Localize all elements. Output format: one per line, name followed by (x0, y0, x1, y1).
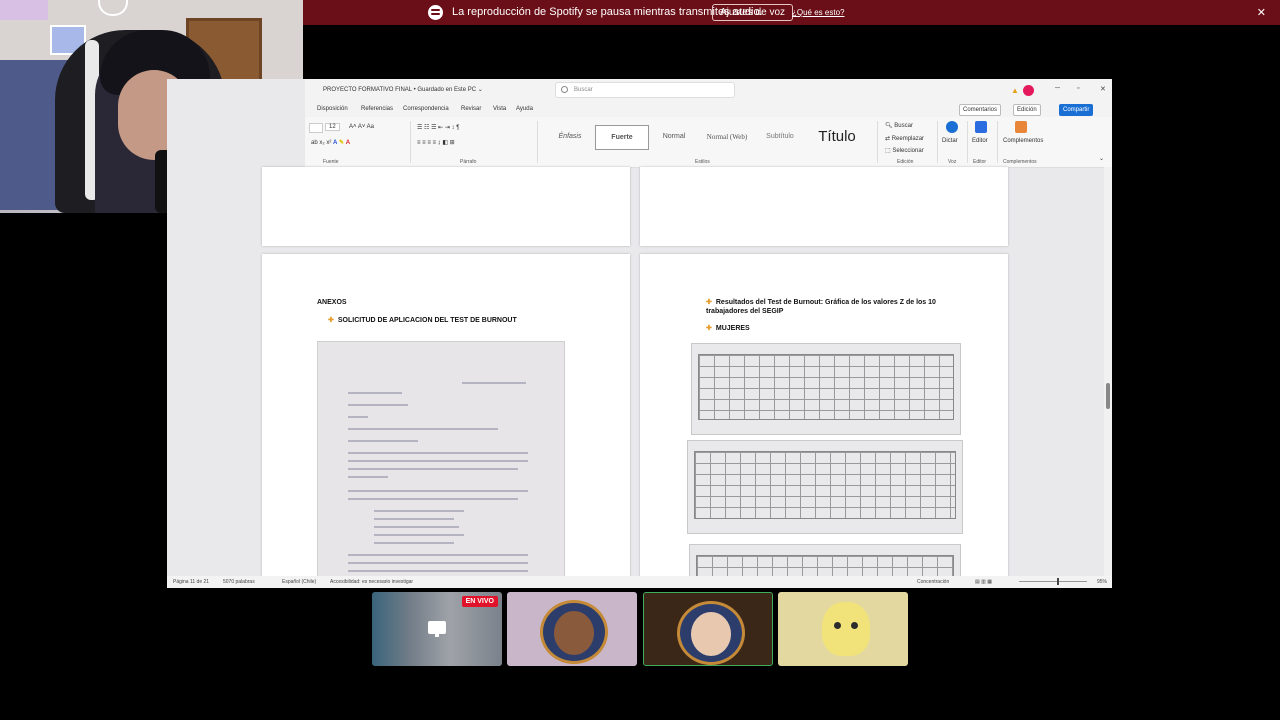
style-normal[interactable]: Normal (649, 125, 699, 148)
ribbon: 12 A˄ A˅ Aa ab x₂ x² A ✎ A Fuente ☰ ☷ ☰ … (305, 117, 1112, 168)
addins-group-label: Complementos (1003, 159, 1037, 165)
share-button[interactable]: Compartir (1059, 104, 1094, 116)
voice-settings-button[interactable]: Ajustes de voz (712, 4, 794, 21)
comments-button[interactable]: Comentarios (959, 104, 1002, 116)
addins-icon[interactable] (1015, 121, 1027, 133)
request-letter-image (317, 341, 565, 583)
page-top-right (640, 167, 1008, 246)
spotify-icon (428, 5, 443, 20)
font-size-field[interactable]: 12 (325, 123, 340, 131)
language[interactable]: Español (Chile) (282, 579, 316, 585)
participant-tile-2[interactable] (507, 592, 637, 666)
editor-icon[interactable] (975, 121, 987, 133)
title-bar: PROYECTO FORMATIVO FINAL • Guardado en E… (305, 79, 1112, 101)
participant-tile-3[interactable] (643, 592, 773, 666)
menu-correspondencia[interactable]: Correspondencia (403, 106, 449, 112)
z-values-table-image-1 (691, 343, 961, 435)
style-strong[interactable]: Fuerte (595, 125, 649, 150)
view-icons[interactable]: ▤ ▥ ▦ (975, 579, 992, 585)
focus-mode[interactable]: Concentración (917, 579, 949, 585)
styles-group-label: Estilos (695, 159, 710, 165)
editing-mode-button[interactable]: Edición (1013, 104, 1041, 116)
document-title: PROYECTO FORMATIVO FINAL • Guardado en E… (323, 87, 483, 93)
addins-button[interactable]: Complementos (1003, 138, 1043, 144)
zoom-slider[interactable] (1019, 578, 1087, 585)
style-subtitle[interactable]: Subtítulo (755, 125, 805, 148)
font-name-field[interactable] (309, 123, 323, 133)
avatar (540, 600, 608, 664)
avatar[interactable] (1023, 85, 1034, 96)
page-left: ANEXOS ✚ SOLICITUD DE APLICACION DEL TEST… (262, 254, 630, 584)
word-count[interactable]: 5070 palabras (223, 579, 255, 585)
menu-referencias[interactable]: Referencias (361, 106, 393, 112)
editor-group-label: Editor (973, 159, 987, 165)
editor-button[interactable]: Editor (972, 138, 988, 144)
dictate-button[interactable]: Dictar (942, 138, 958, 144)
bullet-icon: ✚ (706, 325, 712, 332)
vertical-scrollbar[interactable] (1104, 167, 1112, 577)
paragraph-group-label: Párrafo (460, 159, 477, 165)
avatar (677, 601, 745, 665)
avatar (822, 602, 870, 656)
bullet-icon: ✚ (706, 299, 712, 306)
results-bullet: ✚ Resultados del Test de Burnout: Gráfica… (706, 299, 936, 315)
participant-tile-4[interactable] (778, 592, 908, 666)
page-count[interactable]: Página 11 de 21 (173, 579, 209, 585)
style-title[interactable]: Título (807, 125, 867, 148)
search-input[interactable]: Buscar (555, 82, 735, 98)
warning-icon[interactable]: ▲ (1011, 86, 1019, 95)
replace-button[interactable]: ⇄ Reemplazar (885, 135, 924, 142)
grow-font-icon[interactable]: A˄ A˅ Aa (349, 124, 374, 130)
what-is-this-link[interactable]: ¿Qué es esto? (792, 8, 844, 17)
menu-bar: Disposición Referencias Correspondencia … (305, 101, 1112, 117)
word-window: PROYECTO FORMATIVO FINAL • Guardado en E… (167, 79, 1112, 588)
menu-vista[interactable]: Vista (493, 106, 506, 112)
page-right: ✚ Resultados del Test de Burnout: Gráfica… (640, 254, 1008, 586)
editing-group-label: Edición (897, 159, 914, 165)
zoom-level[interactable]: 95% (1097, 579, 1107, 585)
scrollbar-thumb[interactable] (1106, 383, 1110, 409)
align-icons[interactable]: ≡ ≡ ≡ ≡ ↨ ◧ ⊞ (417, 139, 455, 146)
collapse-ribbon-icon[interactable]: ⌄ (1099, 155, 1104, 162)
accessibility-status[interactable]: Accesibilidad: es necesario investigar (330, 579, 413, 585)
bullet-item: ✚ SOLICITUD DE APLICACION DEL TEST DE BUR… (328, 317, 517, 324)
spotify-banner: La reproducción de Spotify se pausa mien… (303, 0, 1280, 25)
search-icon (561, 86, 568, 93)
format-icons[interactable]: ab x₂ x² A ✎ A (311, 139, 350, 146)
window-close-icon[interactable]: ✕ (1100, 85, 1106, 93)
font-group-label: Fuente (323, 159, 339, 165)
close-icon[interactable]: ✕ (1257, 6, 1266, 19)
menu-ayuda[interactable]: Ayuda (516, 106, 533, 112)
annex-heading: ANEXOS (317, 299, 347, 306)
select-button[interactable]: ⬚ Seleccionar (885, 147, 924, 154)
minimize-icon[interactable]: ─ (1055, 85, 1060, 92)
bullet-icon: ✚ (328, 317, 334, 324)
screen-share-icon (428, 621, 446, 637)
voice-group-label: Voz (948, 159, 957, 165)
z-values-table-image-2 (687, 440, 963, 534)
list-icons[interactable]: ☰ ☷ ☰ ⇤ ⇥ ↕ ¶ (417, 124, 459, 131)
status-bar: Página 11 de 21 5070 palabras Español (C… (167, 576, 1112, 588)
restore-icon[interactable]: ▫ (1077, 85, 1079, 92)
participant-tile-screen-share[interactable]: EN VIVO (372, 592, 502, 666)
find-button[interactable]: 🔍︎ Buscar (885, 122, 913, 129)
style-normal-web[interactable]: Normal (Web) (701, 125, 753, 148)
microphone-icon[interactable] (946, 121, 958, 133)
live-badge: EN VIVO (461, 596, 498, 607)
style-emphasis[interactable]: Énfasis (545, 125, 595, 148)
menu-revisar[interactable]: Revisar (461, 106, 481, 112)
women-bullet: ✚ MUJERES (706, 325, 750, 332)
page-top-left (262, 167, 630, 246)
menu-disposicion[interactable]: Disposición (317, 106, 348, 112)
